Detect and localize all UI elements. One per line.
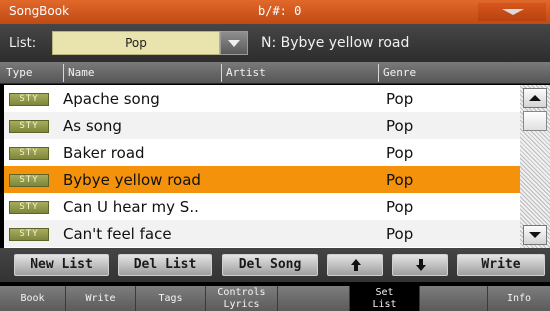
tab-book[interactable]: Book: [0, 286, 66, 311]
tab-tags[interactable]: Tags: [136, 286, 206, 311]
scroll-thumb[interactable]: [523, 111, 547, 131]
vertical-scrollbar[interactable]: [520, 85, 550, 248]
column-header-artist[interactable]: Artist: [226, 66, 266, 79]
new-list-button[interactable]: New List: [14, 254, 109, 276]
tab-label-line: Set: [375, 287, 394, 298]
triangle-down-icon: [228, 40, 240, 47]
del-song-button[interactable]: Del Song: [222, 254, 318, 276]
type-badge: STY: [9, 120, 49, 133]
del-list-button[interactable]: Del List: [118, 254, 212, 276]
type-badge: STY: [9, 93, 49, 106]
song-name-cell: As song: [63, 117, 122, 135]
table-row[interactable]: STY Can U hear my S.. Pop: [4, 193, 520, 220]
column-divider: [378, 64, 379, 82]
song-name-cell: Baker road: [63, 144, 145, 162]
column-header-row: Type Name Artist Genre: [0, 62, 550, 84]
table-row[interactable]: STY Apache song Pop: [4, 85, 520, 112]
tab-controls-lyrics[interactable]: Controls Lyrics: [206, 286, 278, 311]
tab-empty[interactable]: [420, 286, 488, 311]
tab-label-line: List: [372, 299, 397, 310]
tab-label-line: Controls: [217, 287, 266, 298]
song-name-cell: Can U hear my S..: [63, 198, 199, 216]
song-name-cell: Can't feel face: [63, 225, 172, 243]
column-divider: [63, 64, 64, 82]
list-label: List:: [9, 36, 37, 51]
triangle-up-icon: [529, 95, 541, 101]
arrow-down-icon: [416, 265, 426, 271]
column-header-type[interactable]: Type: [6, 66, 33, 79]
song-name-cell: Apache song: [63, 90, 160, 108]
genre-cell: Pop: [386, 225, 414, 243]
move-down-button[interactable]: [392, 254, 448, 276]
bottom-tab-bar: Book Write Tags Controls Lyrics Set List…: [0, 286, 550, 311]
tab-info[interactable]: Info: [488, 286, 550, 311]
genre-cell: Pop: [386, 171, 414, 189]
table-row[interactable]: STY Baker road Pop: [4, 139, 520, 166]
title-bar: SongBook b/#: 0: [0, 0, 550, 24]
list-select[interactable]: Pop: [52, 31, 220, 55]
column-header-genre[interactable]: Genre: [383, 66, 416, 79]
list-selector-row: List: Pop N: Bybye yellow road: [0, 24, 550, 62]
scroll-up-button[interactable]: [523, 88, 547, 108]
table-row[interactable]: STY As song Pop: [4, 112, 520, 139]
tab-empty[interactable]: [278, 286, 350, 311]
write-button[interactable]: Write: [457, 254, 545, 276]
move-up-button[interactable]: [327, 254, 383, 276]
list-dropdown-button[interactable]: [220, 31, 248, 55]
action-button-bar: New List Del List Del Song Write: [0, 248, 550, 282]
transpose-indicator: b/#: 0: [258, 4, 302, 18]
chevron-down-icon: [502, 9, 524, 15]
genre-cell: Pop: [386, 198, 414, 216]
selected-song-name: N: Bybye yellow road: [261, 35, 410, 51]
triangle-down-icon: [529, 232, 541, 238]
genre-cell: Pop: [386, 90, 414, 108]
genre-cell: Pop: [386, 144, 414, 162]
type-badge: STY: [9, 201, 49, 214]
type-badge: STY: [9, 174, 49, 187]
column-header-name[interactable]: Name: [68, 66, 95, 79]
tab-write[interactable]: Write: [66, 286, 136, 311]
genre-cell: Pop: [386, 117, 414, 135]
type-badge: STY: [9, 228, 49, 241]
song-list-table: STY Apache song Pop STY As song Pop STY …: [4, 85, 520, 248]
tab-label-line: Lyrics: [223, 299, 260, 310]
page-menu-button[interactable]: [478, 3, 546, 21]
app-title: SongBook: [9, 4, 70, 18]
tab-set-list[interactable]: Set List: [350, 286, 420, 311]
type-badge: STY: [9, 147, 49, 160]
column-divider: [221, 64, 222, 82]
scroll-down-button[interactable]: [523, 225, 547, 245]
table-row[interactable]: STY Can't feel face Pop: [4, 220, 520, 247]
song-name-cell: Bybye yellow road: [63, 171, 201, 189]
table-row-selected[interactable]: STY Bybye yellow road Pop: [4, 166, 520, 193]
